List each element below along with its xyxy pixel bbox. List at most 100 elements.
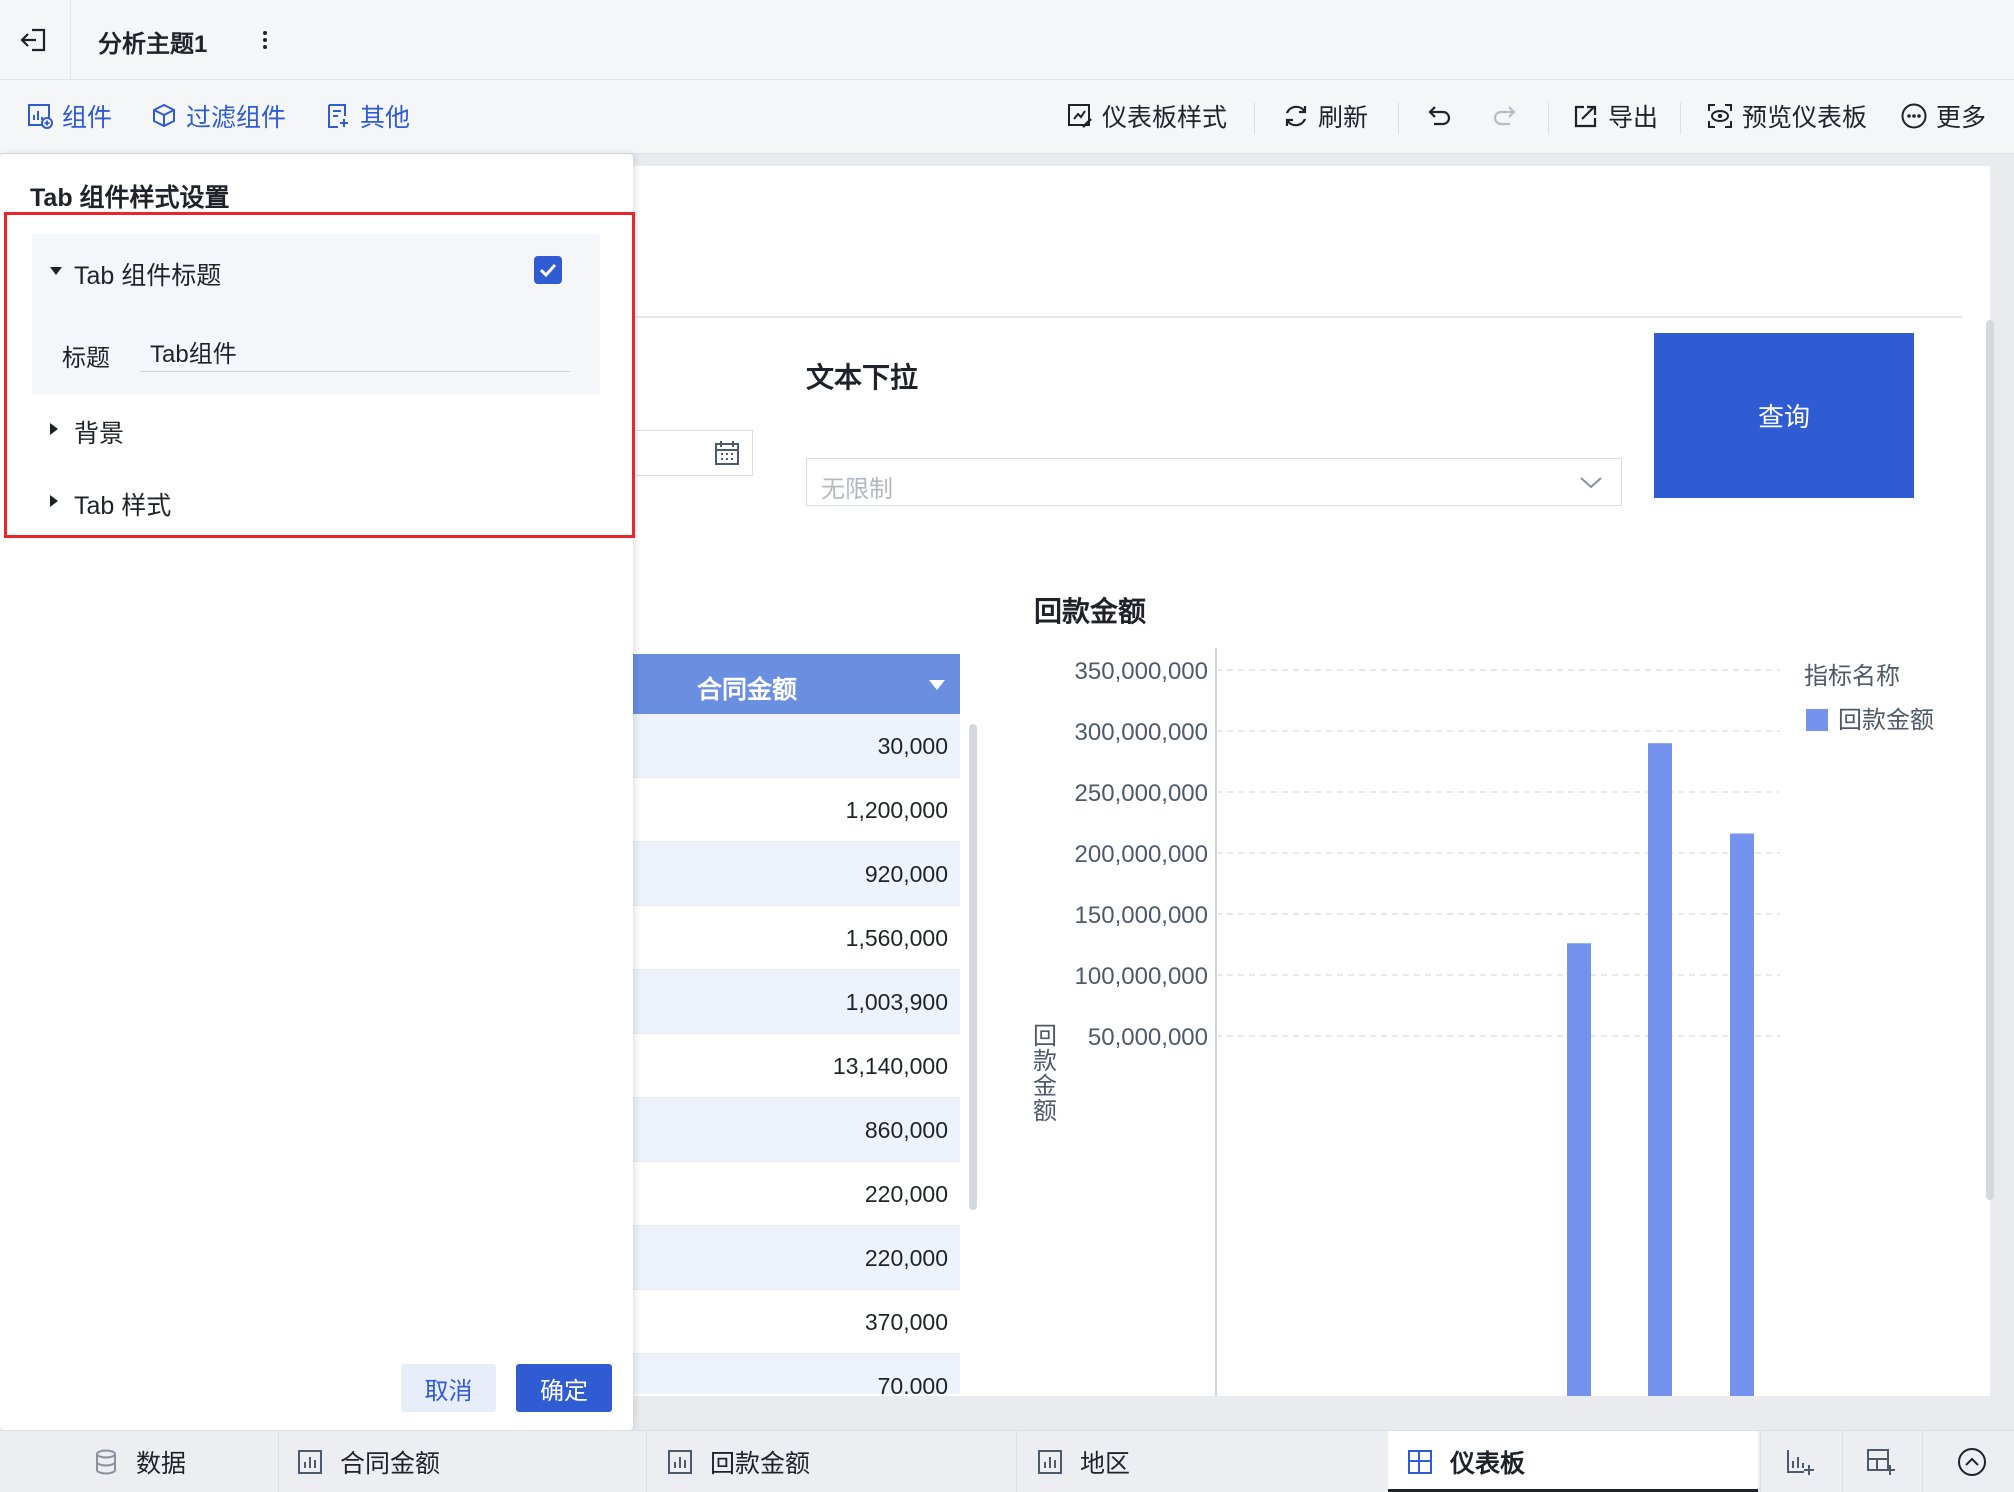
app-header: 分析主题1 [0, 0, 2014, 80]
refresh-button[interactable]: 刷新 [1282, 98, 1368, 134]
tab-header-line [620, 316, 1962, 318]
kebab-menu-icon[interactable] [258, 26, 272, 54]
legend-label: 回款金额 [1838, 707, 1934, 734]
y-tick-label: 300,000,000 [1075, 719, 1208, 746]
highlight-box [4, 212, 635, 538]
dashboard-scrollbar[interactable] [1986, 320, 1994, 1200]
add-component-label: 组件 [62, 104, 113, 132]
bar-chart-icon [1036, 1448, 1064, 1476]
dashboard-style-button[interactable]: 仪表板样式 [1066, 98, 1227, 134]
tab-dashboard[interactable]: 仪表板 [1406, 1431, 1525, 1492]
add-chart-icon [26, 102, 54, 130]
undo-button[interactable] [1426, 98, 1454, 134]
table-row: 13,140,000 [633, 1034, 960, 1098]
page-title: 分析主题1 [98, 31, 208, 58]
more-button[interactable]: 更多 [1900, 98, 1986, 134]
tab-divider [1842, 1431, 1843, 1492]
bottom-tab-bar: 数据 合同金额 回款金额 地区 仪表板 [0, 1430, 2014, 1492]
preview-dashboard-button[interactable]: 预览仪表板 [1706, 98, 1867, 134]
chevron-down-icon [1579, 473, 1603, 491]
redo-button[interactable] [1490, 98, 1518, 134]
bar-chart: 50,000,000 100,000,000 150,000,000 200,000,… [1075, 648, 1934, 1396]
table-row: 370,000 [633, 1290, 960, 1354]
table-row: 1,003,900 [633, 970, 960, 1034]
y-tick-label: 350,000,000 [1075, 658, 1208, 685]
select-placeholder: 无限制 [821, 476, 893, 503]
table-row: 860,000 [633, 1098, 960, 1162]
preview-dashboard-label: 预览仪表板 [1742, 104, 1868, 132]
table-header-contract-amount[interactable]: 合同金额 [633, 654, 960, 714]
tab-style-settings-panel: Tab 组件样式设置 Tab 组件标题 标题 背景 Tab 样式 取消 确定 [0, 154, 635, 1430]
text-dropdown-select[interactable]: 无限制 [806, 458, 1622, 506]
tab-divider [646, 1431, 647, 1492]
bar-chart-icon [296, 1448, 324, 1476]
sort-caret-icon[interactable] [929, 680, 945, 690]
style-icon [1066, 102, 1094, 130]
table-row: 70,000 [633, 1354, 960, 1394]
collapse-up-icon[interactable] [1956, 1446, 1988, 1478]
cancel-button[interactable]: 取消 [401, 1364, 496, 1412]
refresh-icon [1282, 102, 1310, 130]
dashboard-icon [1406, 1448, 1434, 1476]
toolbar-divider [1680, 102, 1681, 134]
bar-chart-icon [666, 1448, 694, 1476]
table-row: 1,560,000 [633, 906, 960, 970]
y-tick-label: 200,000,000 [1075, 841, 1208, 868]
tab-divider [278, 1431, 279, 1492]
y-tick-label: 150,000,000 [1075, 902, 1208, 929]
bar [1648, 743, 1672, 1396]
table-row: 920,000 [633, 842, 960, 906]
other-component-button[interactable]: 其他 [324, 98, 410, 134]
table-header-label: 合同金额 [697, 676, 798, 704]
more-label: 更多 [1936, 104, 1987, 132]
tab-dashboard-label: 仪表板 [1450, 1450, 1526, 1478]
tab-region[interactable]: 地区 [1036, 1431, 1130, 1492]
tab-data-label: 数据 [136, 1450, 187, 1478]
filter-cube-icon [150, 102, 178, 130]
add-component-button[interactable]: 组件 [26, 98, 112, 134]
export-icon [1572, 102, 1600, 130]
y-tick-label: 100,000,000 [1075, 963, 1208, 990]
toolbar-divider [1398, 102, 1399, 134]
export-button[interactable]: 导出 [1572, 98, 1658, 134]
other-component-label: 其他 [360, 104, 411, 132]
export-label: 导出 [1608, 104, 1659, 132]
panel-title: Tab 组件样式设置 [30, 184, 230, 212]
table-scrollbar[interactable] [969, 724, 977, 1210]
filter-component-label: 过滤组件 [186, 104, 287, 132]
query-button[interactable]: 查询 [1654, 333, 1914, 498]
table-row: 220,000 [633, 1162, 960, 1226]
tab-payment-amount[interactable]: 回款金额 [666, 1431, 810, 1492]
preview-icon [1706, 102, 1734, 130]
text-dropdown-label: 文本下拉 [806, 362, 919, 393]
toolbar: 组件 过滤组件 其他 仪表板样式 刷新 导出 预览仪表板 更多 [0, 80, 2014, 154]
legend-title: 指标名称 [1804, 663, 1900, 690]
y-tick-label: 250,000,000 [1075, 780, 1208, 807]
tab-contract-amount-label: 合同金额 [340, 1450, 441, 1478]
database-icon [92, 1448, 120, 1476]
table-body: 30,000 1,200,000 920,000 1,560,000 1,003,900… [633, 714, 960, 1394]
calendar-icon[interactable] [713, 439, 741, 467]
table-row: 220,000 [633, 1226, 960, 1290]
toolbar-divider [1254, 102, 1255, 134]
table-row: 1,200,000 [633, 778, 960, 842]
confirm-button[interactable]: 确定 [516, 1364, 612, 1412]
filter-component-button[interactable]: 过滤组件 [150, 98, 286, 134]
tab-divider [1760, 1431, 1761, 1492]
add-chart-tab-icon[interactable] [1784, 1446, 1816, 1478]
undo-icon [1426, 102, 1454, 130]
tab-contract-amount[interactable]: 合同金额 [296, 1431, 440, 1492]
add-dashboard-tab-icon[interactable] [1864, 1446, 1896, 1478]
exit-icon[interactable] [18, 24, 50, 56]
legend-swatch [1806, 709, 1828, 731]
tab-data[interactable]: 数据 [92, 1431, 186, 1492]
dashboard-style-label: 仪表板样式 [1102, 104, 1228, 132]
bar [1567, 943, 1591, 1396]
more-icon [1900, 102, 1928, 130]
table-row: 30,000 [633, 714, 960, 778]
tab-payment-amount-label: 回款金额 [710, 1450, 811, 1478]
toolbar-divider [1548, 102, 1549, 134]
chart-title: 回款金额 [1034, 596, 1147, 627]
tab-divider [1016, 1431, 1017, 1492]
tab-region-label: 地区 [1080, 1450, 1131, 1478]
